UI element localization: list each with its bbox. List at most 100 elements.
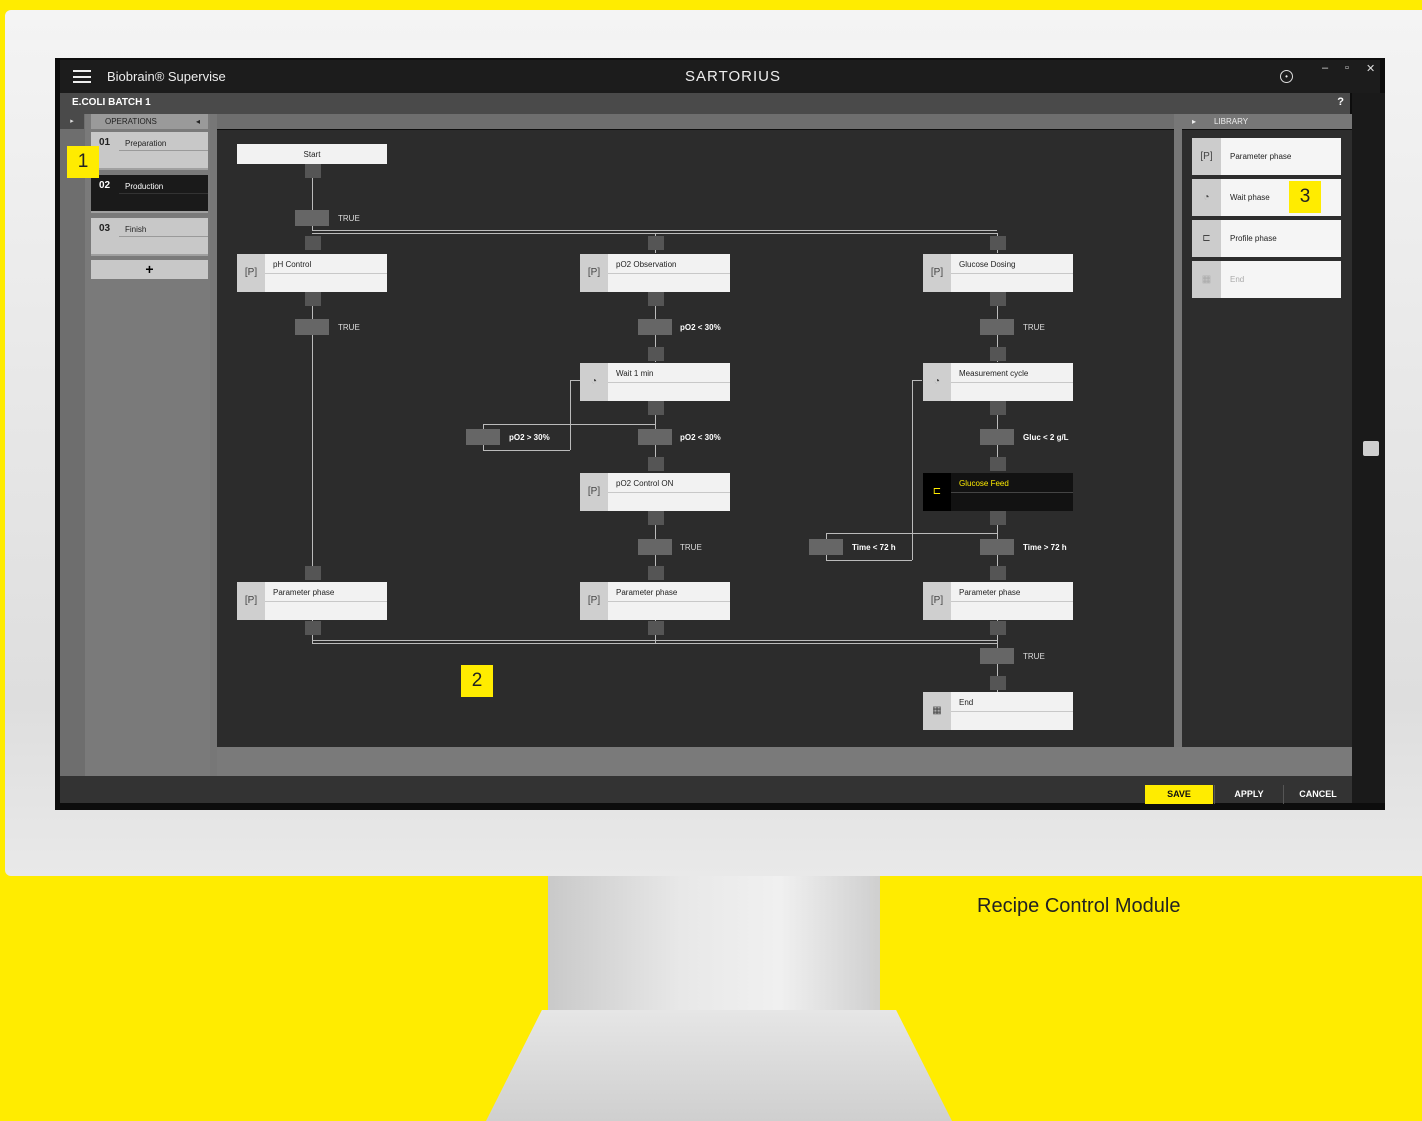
transition-time-lt[interactable] <box>809 539 843 555</box>
node-ph-control[interactable]: [P] pH Control <box>237 254 387 292</box>
close-button[interactable]: ✕ <box>1366 62 1375 75</box>
profile-phase-icon: ⊏ <box>923 473 951 511</box>
transition-label: TRUE <box>338 214 360 223</box>
library-title: LIBRARY <box>1214 117 1249 126</box>
transition-label: TRUE <box>1023 652 1045 661</box>
side-panel-toggle[interactable] <box>1363 441 1379 456</box>
operation-number: 01 <box>99 137 111 148</box>
node-label: End <box>959 698 974 707</box>
transition-label: Gluc < 2 g/L <box>1023 433 1069 442</box>
collapse-icon[interactable]: ◂ <box>196 114 200 129</box>
transition-ph[interactable] <box>295 319 329 335</box>
profile-phase-icon: ⊏ <box>1192 220 1221 257</box>
operation-item-production[interactable]: 02 Production <box>91 175 208 213</box>
node-parameter-phase-1[interactable]: [P] Parameter phase <box>237 582 387 620</box>
left-collapse-bar: ▸ <box>60 114 85 776</box>
transition-label: pO2 < 30% <box>680 323 721 332</box>
expand-icon[interactable]: ▸ <box>60 114 84 129</box>
parameter-phase-icon: [P] <box>580 473 608 511</box>
transition-po2-lt[interactable] <box>638 319 672 335</box>
node-glucose-dosing[interactable]: [P] Glucose Dosing <box>923 254 1073 292</box>
node-parameter-phase-3[interactable]: [P] Parameter phase <box>923 582 1073 620</box>
parameter-phase-icon: [P] <box>923 254 951 292</box>
operation-label: Production <box>125 182 164 191</box>
node-label: Start <box>303 150 321 159</box>
add-operation-button[interactable]: + <box>91 260 208 279</box>
transition-end[interactable] <box>980 648 1014 664</box>
recipe-flow-canvas[interactable]: TRUE TRUE pO2 < 30% TRUE pO2 > 30% pO2 <… <box>217 130 1174 747</box>
node-po2-observation[interactable]: [P] pO2 Observation <box>580 254 730 292</box>
library-panel: [P] Parameter phase ◔ Wait phase ⊏ Profi… <box>1182 130 1352 747</box>
transition-label: TRUE <box>680 543 702 552</box>
transition-time-gt[interactable] <box>980 539 1014 555</box>
monitor-stand-neck <box>548 876 880 1016</box>
node-label: Parameter phase <box>616 588 678 597</box>
parameter-phase-icon: [P] <box>237 254 265 292</box>
operation-label: Finish <box>125 225 147 234</box>
callout-marker-1: 1 <box>67 146 99 178</box>
transition-label: TRUE <box>1023 323 1045 332</box>
node-start[interactable]: Start <box>237 144 387 164</box>
library-item-parameter-phase[interactable]: [P] Parameter phase <box>1192 138 1341 175</box>
parameter-phase-icon: [P] <box>580 254 608 292</box>
library-item-label: End <box>1230 275 1245 284</box>
operation-item-finish[interactable]: 03 Finish <box>91 218 208 256</box>
node-label: Parameter phase <box>273 588 335 597</box>
wait-phase-icon: ◔ <box>1192 179 1221 216</box>
monitor-stand-foot <box>486 1010 952 1121</box>
node-po2-control-on[interactable]: [P] pO2 Control ON <box>580 473 730 511</box>
operations-panel: OPERATIONS ◂ 01 Preparation 02 Productio… <box>85 114 210 776</box>
node-end[interactable]: ▦ End <box>923 692 1073 730</box>
node-label: Wait 1 min <box>616 369 654 378</box>
restore-button[interactable]: ▫ <box>1345 62 1349 74</box>
transition-po2-lt-2[interactable] <box>638 429 672 445</box>
cancel-button[interactable]: CANCEL <box>1283 785 1352 804</box>
brand-logo: SARTORIUS <box>685 68 781 85</box>
node-label: Parameter phase <box>959 588 1021 597</box>
transition-start[interactable] <box>295 210 329 226</box>
library-item-end[interactable]: ▦ End <box>1192 261 1341 298</box>
end-flag-icon: ▦ <box>923 692 951 730</box>
parameter-phase-icon: [P] <box>237 582 265 620</box>
transition-label: pO2 < 30% <box>680 433 721 442</box>
transition-label: pO2 > 30% <box>509 433 550 442</box>
node-label: pO2 Control ON <box>616 479 674 488</box>
library-item-label: Profile phase <box>1230 234 1277 243</box>
transition-gluc[interactable] <box>980 429 1014 445</box>
operation-item-preparation[interactable]: 01 Preparation <box>91 132 208 170</box>
operation-label: Preparation <box>125 139 167 148</box>
canvas-header <box>217 114 1174 129</box>
library-header: ▸ LIBRARY <box>1182 114 1352 129</box>
node-label: Glucose Dosing <box>959 260 1016 269</box>
callout-marker-3: 3 <box>1289 181 1321 213</box>
transition-glucose-dosing[interactable] <box>980 319 1014 335</box>
node-wait-1-min[interactable]: ◔ Wait 1 min <box>580 363 730 401</box>
transition-po2-gt[interactable] <box>466 429 500 445</box>
callout-marker-2: 2 <box>461 665 493 697</box>
save-button[interactable]: SAVE <box>1145 785 1213 804</box>
expand-library-icon[interactable]: ▸ <box>1192 114 1196 129</box>
transition-label: TRUE <box>338 323 360 332</box>
library-item-profile-phase[interactable]: ⊏ Profile phase <box>1192 220 1341 257</box>
hamburger-menu-icon[interactable] <box>73 70 91 83</box>
node-label: pH Control <box>273 260 312 269</box>
node-label: pO2 Observation <box>616 260 677 269</box>
operations-title: OPERATIONS <box>105 117 157 126</box>
node-label: Measurement cycle <box>959 369 1029 378</box>
apply-button[interactable]: APPLY <box>1214 785 1283 804</box>
node-label: Glucose Feed <box>959 479 1009 488</box>
help-button[interactable]: ? <box>1337 96 1344 108</box>
transition-label: Time < 72 h <box>852 543 896 552</box>
pin-icon[interactable]: • <box>1280 70 1293 83</box>
library-item-label: Parameter phase <box>1230 152 1292 161</box>
node-measurement-cycle[interactable]: ◔ Measurement cycle <box>923 363 1073 401</box>
caption: Recipe Control Module <box>977 895 1181 917</box>
node-parameter-phase-2[interactable]: [P] Parameter phase <box>580 582 730 620</box>
title-bar: Biobrain® Supervise SARTORIUS • – ▫ ✕ <box>60 60 1380 93</box>
transition-po2-on[interactable] <box>638 539 672 555</box>
wait-phase-icon: ◔ <box>580 363 608 401</box>
minimize-button[interactable]: – <box>1322 62 1328 74</box>
operation-number: 03 <box>99 223 111 234</box>
parameter-phase-icon: [P] <box>580 582 608 620</box>
node-glucose-feed[interactable]: ⊏ Glucose Feed <box>923 473 1073 511</box>
